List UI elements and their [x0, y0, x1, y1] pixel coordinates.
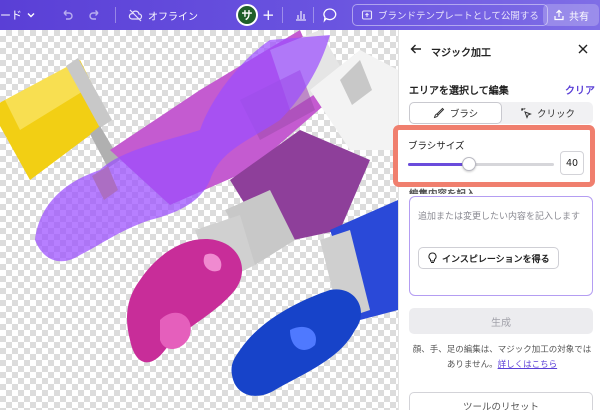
share-label: 共有	[569, 11, 589, 23]
description-label: 編集内容を記入	[409, 186, 476, 194]
arrow-left-icon	[410, 44, 421, 54]
chevron-down-icon	[27, 13, 35, 18]
lightbulb-icon	[428, 252, 437, 263]
comment-icon	[323, 8, 337, 23]
magic-edit-panel: マジック加工 エリアを選択して編集 クリア ブラシ クリック ブラシサイズ 40…	[393, 30, 600, 410]
undo-icon	[63, 10, 73, 20]
tab-brush-label: ブラシ	[449, 109, 479, 120]
add-collaborator-button[interactable]: +	[262, 6, 275, 24]
back-button[interactable]	[409, 42, 423, 59]
prompt-textarea[interactable]: 追加または変更したい内容を記入します インスピレーションを得る	[409, 196, 593, 296]
brush-size-input[interactable]: 40	[560, 151, 584, 175]
publish-label: ブランドテンプレートとして公開する	[378, 11, 539, 22]
edit-restriction-note: 顔、手、足の編集は、マジック加工の対象ではありません。詳しくはこちら	[409, 343, 595, 373]
redo-icon	[89, 10, 99, 20]
comment-button[interactable]	[322, 7, 338, 23]
toolbar-divider	[313, 7, 314, 23]
cloud-offline-icon	[128, 9, 143, 22]
mode-label: ード	[0, 9, 22, 22]
tab-brush[interactable]: ブラシ	[409, 102, 502, 124]
toolbar-divider	[282, 7, 283, 23]
slider-fill	[408, 163, 469, 166]
share-button[interactable]: 共有	[543, 4, 599, 26]
brush-icon	[433, 107, 445, 119]
clear-button[interactable]: クリア	[565, 82, 595, 97]
reset-tool-button[interactable]: ツールのリセット	[409, 392, 593, 410]
design-canvas[interactable]	[0, 30, 398, 410]
offline-status[interactable]: オフライン	[128, 8, 198, 23]
insights-button[interactable]	[294, 8, 308, 22]
avatar[interactable]: サ	[236, 4, 258, 26]
publish-brand-template-button[interactable]: ブランドテンプレートとして公開する	[352, 4, 548, 26]
redo-button[interactable]	[88, 8, 102, 22]
top-toolbar: ード オフライン サ + ブランドテンプレートとして公開する 共有	[0, 0, 600, 30]
offline-label: オフライン	[148, 12, 198, 23]
publish-icon	[361, 10, 373, 20]
selection-mode-tabs: ブラシ クリック	[409, 102, 593, 124]
get-inspiration-button[interactable]: インスピレーションを得る	[418, 247, 559, 269]
toolbar-divider	[115, 7, 116, 23]
brush-size-slider[interactable]	[408, 154, 554, 174]
generate-button[interactable]: 生成	[409, 308, 593, 334]
bar-chart-icon	[296, 11, 306, 21]
tab-click-label: クリック	[536, 109, 575, 120]
section-title: エリアを選択して編集	[409, 86, 509, 97]
paint-tubes-image	[0, 30, 398, 396]
tab-click[interactable]: クリック	[502, 102, 593, 124]
share-icon	[554, 9, 564, 21]
undo-button[interactable]	[60, 8, 74, 22]
prompt-placeholder: 追加または変更したい内容を記入します	[418, 212, 581, 222]
close-icon	[578, 44, 588, 54]
slider-knob[interactable]	[462, 157, 476, 171]
click-sparkle-icon	[520, 107, 532, 119]
brush-size-highlight: ブラシサイズ 40	[393, 125, 595, 187]
mode-menu-button[interactable]: ード	[0, 0, 36, 30]
brush-size-label: ブラシサイズ	[408, 141, 465, 152]
learn-more-link[interactable]: 詳しくはこちら	[498, 360, 558, 370]
inspiration-label: インスピレーションを得る	[442, 254, 550, 265]
panel-title: マジック加工	[431, 48, 491, 59]
close-button[interactable]	[576, 42, 590, 59]
